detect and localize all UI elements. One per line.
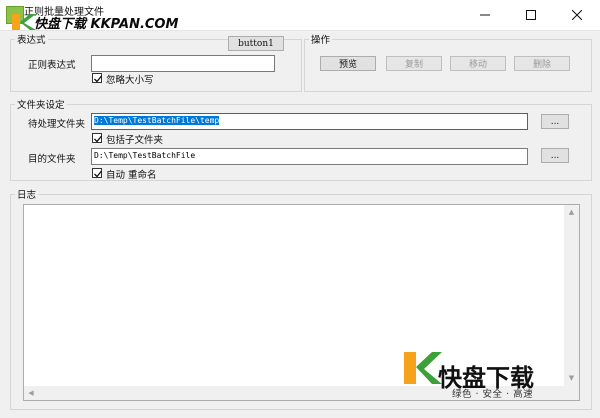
maximize-icon [526,10,536,20]
checkmark-icon [94,170,103,178]
folder-settings-legend: 文件夹设定 [17,100,65,111]
checkmark-icon [94,135,103,143]
source-browse-button[interactable]: ... [541,114,569,129]
auto-rename-checkbox[interactable] [92,168,103,178]
operations-group-legend: 操作 [311,35,331,46]
watermark-bottom-logo-icon [404,352,442,384]
copy-button[interactable]: 复制 [386,56,442,71]
auto-rename-label: 自动 重命名 [106,170,157,181]
delete-button[interactable]: 删除 [514,56,570,71]
watermark-bottom-subtitle: 绿色 · 安全 · 高速 [452,389,534,400]
checkmark-icon [94,75,103,83]
include-subfolders-label: 包括子文件夹 [106,135,164,146]
regex-input[interactable] [91,55,275,72]
target-folder-input[interactable]: D:\Temp\TestBatchFile [91,148,528,165]
include-subfolders-checkbox[interactable] [92,133,103,143]
expression-group-legend: 表达式 [17,35,46,46]
watermark-logo-icon [12,14,36,30]
source-folder-label: 待处理文件夹 [28,119,86,130]
move-button[interactable]: 移动 [450,56,506,71]
log-group-legend: 日志 [17,190,37,201]
source-folder-value: D:\Temp\TestBatchFile\temp [94,116,220,125]
minimize-button[interactable] [462,0,508,30]
target-folder-label: 目的文件夹 [28,154,76,165]
preview-button[interactable]: 预览 [320,56,376,71]
maximize-button[interactable] [508,0,554,30]
button1[interactable]: button1 [228,36,284,51]
minimize-icon [480,14,490,16]
ignore-case-label: 忽略大小写 [106,75,154,86]
scroll-down-arrow-icon[interactable]: ▼ [564,371,579,385]
log-vertical-scrollbar[interactable] [564,205,579,386]
ignore-case-checkbox[interactable] [92,73,103,83]
watermark-top-text: 快盘下载 KKPAN.COM [34,17,179,32]
source-folder-input[interactable]: D:\Temp\TestBatchFile\temp [91,113,528,130]
regex-label: 正则表达式 [28,60,76,71]
close-button[interactable] [554,0,600,30]
scroll-left-arrow-icon[interactable]: ◀ [24,386,38,400]
scroll-up-arrow-icon[interactable]: ▲ [564,205,579,219]
target-browse-button[interactable]: ... [541,148,569,163]
close-icon [572,10,582,20]
